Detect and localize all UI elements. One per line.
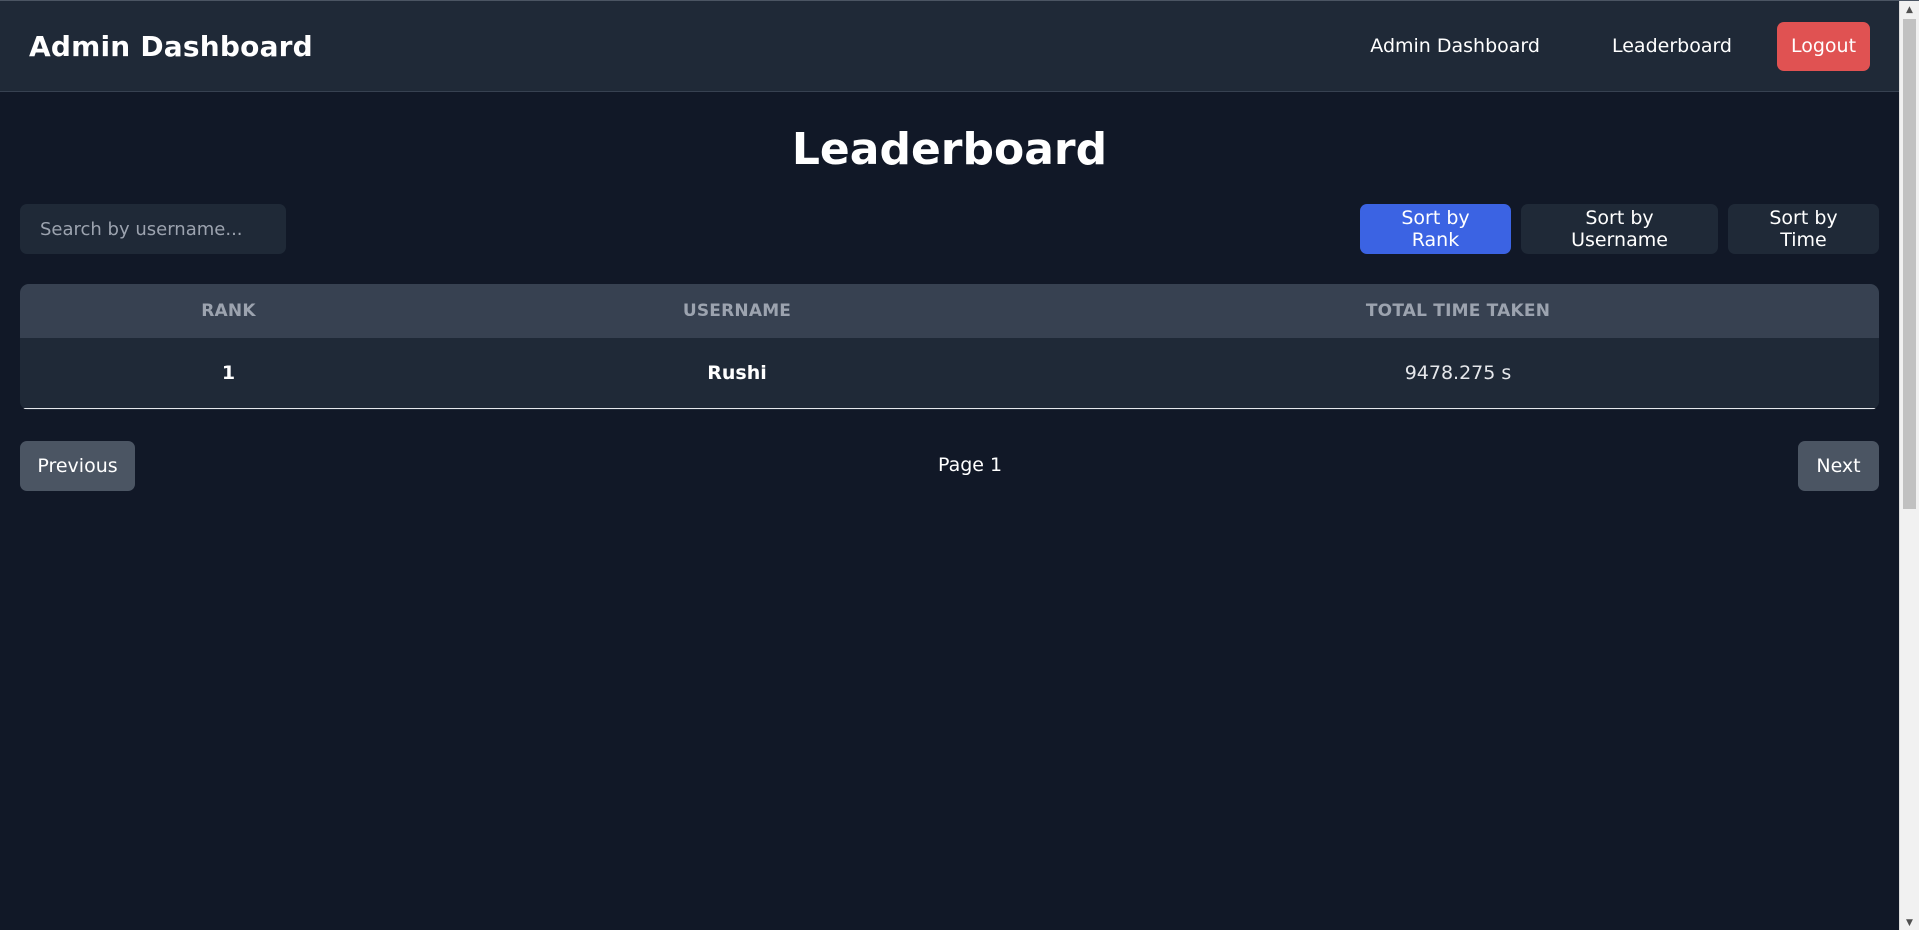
- column-header-total-time[interactable]: TOTAL TIME TAKEN: [1037, 284, 1879, 338]
- table-row: 1 Rushi 9478.275 s: [20, 338, 1879, 408]
- total-time-cell: 9478.275 s: [1404, 361, 1512, 384]
- search-input[interactable]: [20, 204, 286, 254]
- column-header-username[interactable]: USERNAME: [437, 284, 1037, 338]
- sort-button-group: Sort by Rank Sort by Username Sort by Ti…: [1350, 204, 1879, 254]
- brand-title: Admin Dashboard: [29, 29, 313, 63]
- logout-button[interactable]: Logout: [1777, 21, 1870, 71]
- previous-page-button[interactable]: Previous: [20, 441, 135, 491]
- table-header: RANK USERNAME TOTAL TIME TAKEN: [20, 284, 1879, 338]
- nav-links: Admin Dashboard Leaderboard Logout: [1370, 21, 1870, 71]
- username-cell: Rushi: [707, 361, 767, 384]
- sort-by-rank-button[interactable]: Sort by Rank: [1360, 204, 1511, 254]
- nav-link-leaderboard[interactable]: Leaderboard: [1612, 35, 1732, 57]
- column-header-rank[interactable]: RANK: [20, 284, 437, 338]
- scrollbar-thumb[interactable]: [1903, 19, 1916, 509]
- page-title: Leaderboard: [791, 124, 1108, 175]
- sort-by-time-button[interactable]: Sort by Time: [1728, 204, 1879, 254]
- scroll-up-arrow-icon[interactable]: ▲: [1900, 1, 1919, 18]
- page-indicator: Page 1: [938, 454, 1003, 476]
- next-page-button[interactable]: Next: [1798, 441, 1879, 491]
- app-window: Admin Dashboard Admin Dashboard Leaderbo…: [0, 0, 1919, 930]
- leaderboard-table: RANK USERNAME TOTAL TIME TAKEN 1 Rushi 9…: [20, 284, 1879, 410]
- vertical-scrollbar[interactable]: ▲ ▼: [1899, 1, 1919, 930]
- navbar: Admin Dashboard Admin Dashboard Leaderbo…: [0, 1, 1899, 92]
- sort-by-username-button[interactable]: Sort by Username: [1521, 204, 1718, 254]
- scroll-down-arrow-icon[interactable]: ▼: [1900, 914, 1919, 930]
- rank-cell: 1: [221, 361, 236, 384]
- nav-link-admin-dashboard[interactable]: Admin Dashboard: [1370, 35, 1540, 57]
